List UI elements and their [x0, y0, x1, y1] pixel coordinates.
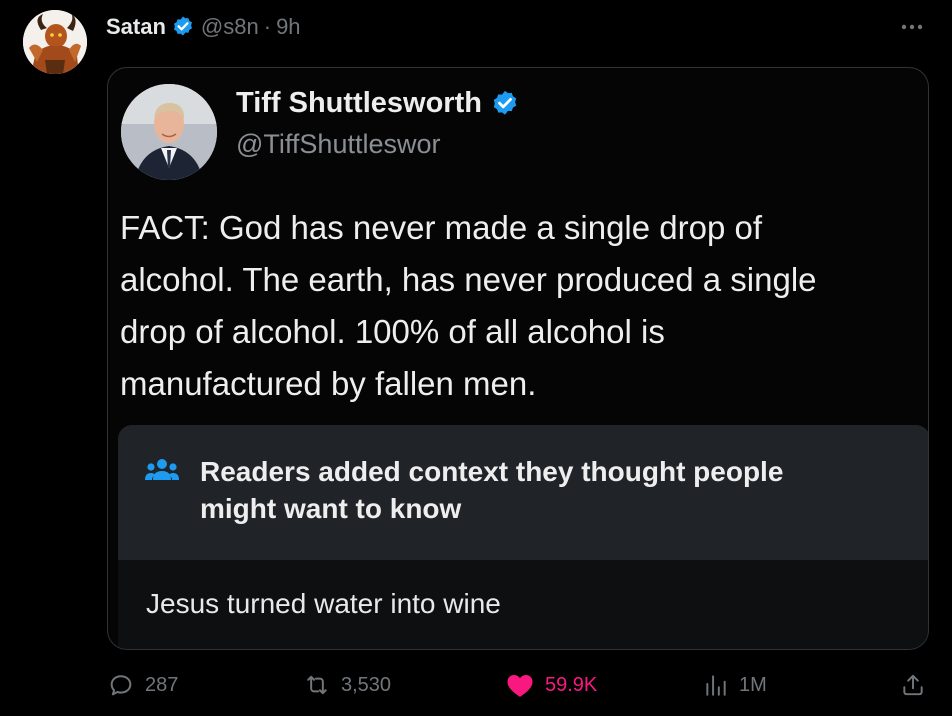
repost-count: 3,530	[341, 673, 392, 696]
quoted-post-text: FACT: God has never made a single drop o…	[120, 202, 920, 410]
community-note-body: Jesus turned water into wine	[146, 588, 501, 619]
quoted-text-line: alcohol. The earth, has never produced a…	[120, 261, 817, 298]
reply-icon	[110, 675, 132, 696]
community-note-title: Readers added context they thought peopl…	[200, 453, 900, 527]
verified-badge-icon	[493, 90, 517, 115]
author-handle[interactable]: @s8n	[201, 14, 259, 40]
quoted-author-name: Tiff Shuttlesworth	[236, 87, 482, 119]
community-note-header: Readers added context they thought peopl…	[118, 425, 928, 560]
community-note: Readers added context they thought peopl…	[118, 425, 928, 649]
reply-count: 287	[145, 673, 179, 696]
views-count: 1M	[739, 673, 767, 696]
community-notes-icon	[145, 459, 179, 480]
quoted-author-avatar	[121, 84, 217, 180]
reply-button[interactable]: 287	[107, 665, 178, 705]
quoted-author-row: Tiff Shuttlesworth	[236, 87, 520, 120]
quoted-author-handle: @TiffShuttleswor	[236, 129, 441, 159]
share-button[interactable]	[900, 665, 926, 705]
note-title-line: might want to know	[200, 493, 462, 524]
share-icon	[903, 674, 923, 696]
more-options-button[interactable]	[899, 14, 925, 40]
quoted-text-line: FACT: God has never made a single drop o…	[120, 209, 763, 246]
like-count: 59.9K	[545, 673, 598, 696]
repost-icon	[307, 675, 327, 695]
attached-image[interactable]: Tiff Shuttlesworth @TiffShuttleswor FACT…	[107, 67, 929, 650]
repost-button[interactable]: 3,530	[303, 665, 391, 705]
author-name[interactable]: Satan	[106, 14, 166, 40]
separator-dot: ·	[263, 14, 272, 39]
note-title-line: Readers added context they thought peopl…	[200, 456, 784, 487]
quoted-text-line: manufactured by fallen men.	[120, 365, 537, 402]
heart-icon	[507, 675, 533, 697]
like-button[interactable]: 59.9K	[505, 665, 597, 705]
post-header: Satan @s8n · 9h	[106, 12, 301, 42]
action-bar: 287 3,530 59.9K 1M	[0, 665, 952, 705]
views-button[interactable]: 1M	[703, 665, 767, 705]
views-icon	[706, 675, 726, 696]
author-avatar[interactable]	[23, 10, 87, 74]
post-timestamp[interactable]: 9h	[276, 14, 300, 40]
verified-badge-icon	[171, 15, 195, 39]
more-horizontal-icon	[901, 24, 923, 30]
tweet: Satan @s8n · 9h Tiff Shuttlesworth @Tiff…	[0, 0, 952, 716]
quoted-text-line: drop of alcohol. 100% of all alcohol is	[120, 313, 665, 350]
